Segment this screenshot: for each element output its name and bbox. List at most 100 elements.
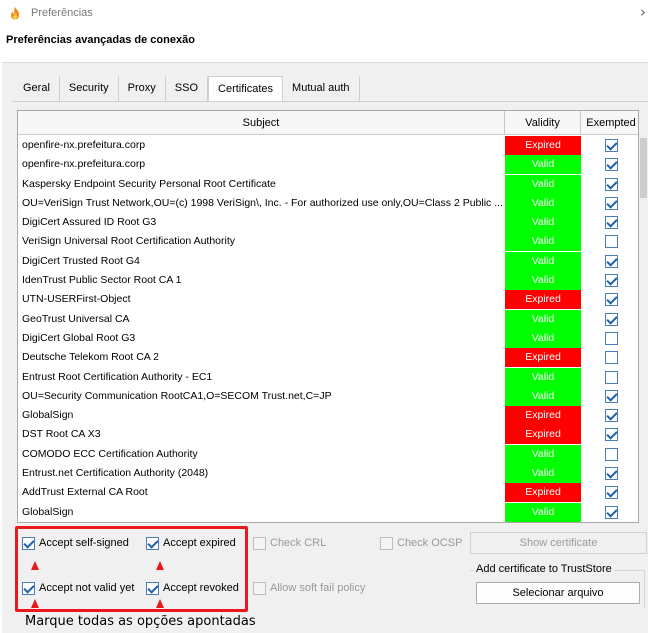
table-row[interactable]: openfire-nx.prefeitura.corp Expired [18, 136, 638, 155]
exempted-checkbox[interactable] [604, 158, 618, 172]
tab-certificates[interactable]: Certificates [208, 76, 284, 101]
cell-exempted [581, 348, 638, 367]
exempted-checkbox[interactable] [604, 312, 618, 326]
table-row[interactable]: COMODO ECC Certification Authority Valid [18, 444, 638, 464]
cell-subject: DST Root CA X3 [22, 428, 101, 441]
cell-exempted [581, 483, 638, 502]
cell-validity: Valid [505, 367, 581, 387]
cell-exempted [581, 194, 638, 213]
cell-subject: DigiCert Global Root G3 [22, 331, 136, 344]
cell-subject: UTN-USERFirst-Object [22, 293, 131, 306]
table-row[interactable]: UTN-USERFirst-Object Expired [18, 290, 638, 310]
window-title: Preferências [31, 7, 93, 19]
exempted-checkbox[interactable] [604, 409, 618, 423]
table-row[interactable]: DigiCert Assured ID Root G3 Valid [18, 213, 638, 233]
cell-validity: Expired [505, 425, 581, 445]
table-row[interactable]: Entrust.net Certification Authority (204… [18, 464, 638, 484]
option-check-ocsp[interactable]: Check OCSP [380, 536, 462, 550]
exempted-checkbox[interactable] [604, 331, 618, 345]
allow-soft-fail-label: Allow soft fail policy [270, 582, 366, 594]
table-row[interactable]: openfire-nx.prefeitura.corp Valid [18, 155, 638, 175]
exempted-checkbox[interactable] [604, 216, 618, 230]
exempted-checkbox[interactable] [604, 274, 618, 288]
cell-exempted [581, 503, 638, 522]
tab-bar: Geral Security Proxy SSO Certificates Mu… [14, 76, 360, 101]
tab-geral[interactable]: Geral [14, 76, 60, 101]
cell-exempted [581, 329, 638, 348]
certificates-table[interactable]: Subject Validity Exempted openfire-nx.pr… [17, 110, 639, 523]
cell-validity: Valid [505, 213, 581, 233]
select-file-button[interactable]: Selecionar arquivo [476, 582, 640, 604]
check-crl-checkbox[interactable] [253, 536, 266, 550]
cell-validity: Valid [505, 309, 581, 329]
check-crl-label: Check CRL [270, 537, 327, 549]
table-row[interactable]: GlobalSign Valid [18, 502, 638, 522]
cell-validity: Expired [505, 348, 581, 368]
tab-sso[interactable]: SSO [165, 76, 209, 101]
table-row[interactable]: VeriSign Universal Root Certification Au… [18, 232, 638, 252]
table-row[interactable]: OU=VeriSign Trust Network,OU=(c) 1998 Ve… [18, 193, 638, 213]
exempted-checkbox[interactable] [604, 254, 618, 268]
cell-exempted [581, 387, 638, 406]
table-row[interactable]: AddTrust External CA Root Expired [18, 483, 638, 503]
cell-validity: Valid [505, 174, 581, 194]
cell-validity: Expired [505, 136, 581, 155]
exempted-checkbox[interactable] [604, 139, 618, 152]
table-row[interactable]: DigiCert Trusted Root G4 Valid [18, 251, 638, 271]
cell-subject: GlobalSign [22, 505, 74, 518]
exempted-checkbox[interactable] [604, 467, 618, 481]
cell-validity: Valid [505, 193, 581, 213]
cell-subject: Deutsche Telekom Root CA 2 [22, 351, 159, 364]
exempted-checkbox[interactable] [604, 486, 618, 500]
table-row[interactable]: DST Root CA X3 Expired [18, 425, 638, 445]
exempted-checkbox[interactable] [604, 177, 618, 191]
exempted-checkbox[interactable] [604, 389, 618, 403]
table-row[interactable]: IdenTrust Public Sector Root CA 1 Valid [18, 271, 638, 291]
cell-exempted [581, 290, 638, 309]
option-allow-soft-fail[interactable]: Allow soft fail policy [253, 581, 365, 595]
close-chevron-icon[interactable]: › [640, 3, 646, 21]
column-header-exempted[interactable]: Exempted [581, 111, 638, 135]
cell-exempted [581, 368, 638, 387]
exempted-checkbox[interactable] [604, 370, 618, 384]
cell-validity: Expired [505, 290, 581, 310]
cell-subject: Kaspersky Endpoint Security Personal Roo… [22, 177, 276, 190]
exempted-checkbox[interactable] [604, 293, 618, 307]
cell-validity: Valid [505, 271, 581, 291]
column-header-validity[interactable]: Validity [505, 111, 581, 135]
exempted-checkbox[interactable] [604, 447, 618, 461]
cell-exempted [581, 425, 638, 444]
tab-mutual-auth[interactable]: Mutual auth [283, 76, 360, 101]
allow-soft-fail-checkbox[interactable] [253, 581, 266, 595]
cell-exempted [581, 213, 638, 232]
cell-exempted [581, 155, 638, 174]
cell-subject: COMODO ECC Certification Authority [22, 447, 198, 460]
cell-exempted [581, 445, 638, 464]
table-scrollbar-thumb[interactable] [640, 138, 647, 198]
exempted-checkbox[interactable] [604, 428, 618, 442]
arrow-up-icon [31, 561, 39, 570]
exempted-checkbox[interactable] [604, 235, 618, 249]
show-certificate-button[interactable]: Show certificate [470, 532, 647, 554]
tab-proxy[interactable]: Proxy [118, 76, 166, 101]
cell-validity: Valid [505, 328, 581, 348]
table-row[interactable]: GeoTrust Universal CA Valid [18, 309, 638, 329]
table-row[interactable]: OU=Security Communication RootCA1,O=SECO… [18, 386, 638, 406]
table-row[interactable]: Kaspersky Endpoint Security Personal Roo… [18, 174, 638, 194]
table-row[interactable]: GlobalSign Expired [18, 406, 638, 426]
table-row[interactable]: Deutsche Telekom Root CA 2 Expired [18, 348, 638, 368]
tab-security[interactable]: Security [59, 76, 119, 101]
cell-subject: AddTrust External CA Root [22, 486, 148, 499]
column-header-subject[interactable]: Subject [18, 111, 505, 135]
cell-subject: openfire-nx.prefeitura.corp [22, 139, 146, 151]
option-check-crl[interactable]: Check CRL [253, 536, 326, 550]
exempted-checkbox[interactable] [604, 351, 618, 365]
annotation-caption: Marque todas as opções apontadas [25, 614, 256, 629]
table-row[interactable]: Entrust Root Certification Authority - E… [18, 367, 638, 387]
table-row[interactable]: DigiCert Global Root G3 Valid [18, 328, 638, 348]
table-header: Subject Validity Exempted [18, 111, 638, 135]
exempted-checkbox[interactable] [604, 196, 618, 210]
truststore-group-title: Add certificate to TrustStore [474, 563, 614, 575]
exempted-checkbox[interactable] [604, 505, 618, 519]
check-ocsp-checkbox[interactable] [380, 536, 393, 550]
